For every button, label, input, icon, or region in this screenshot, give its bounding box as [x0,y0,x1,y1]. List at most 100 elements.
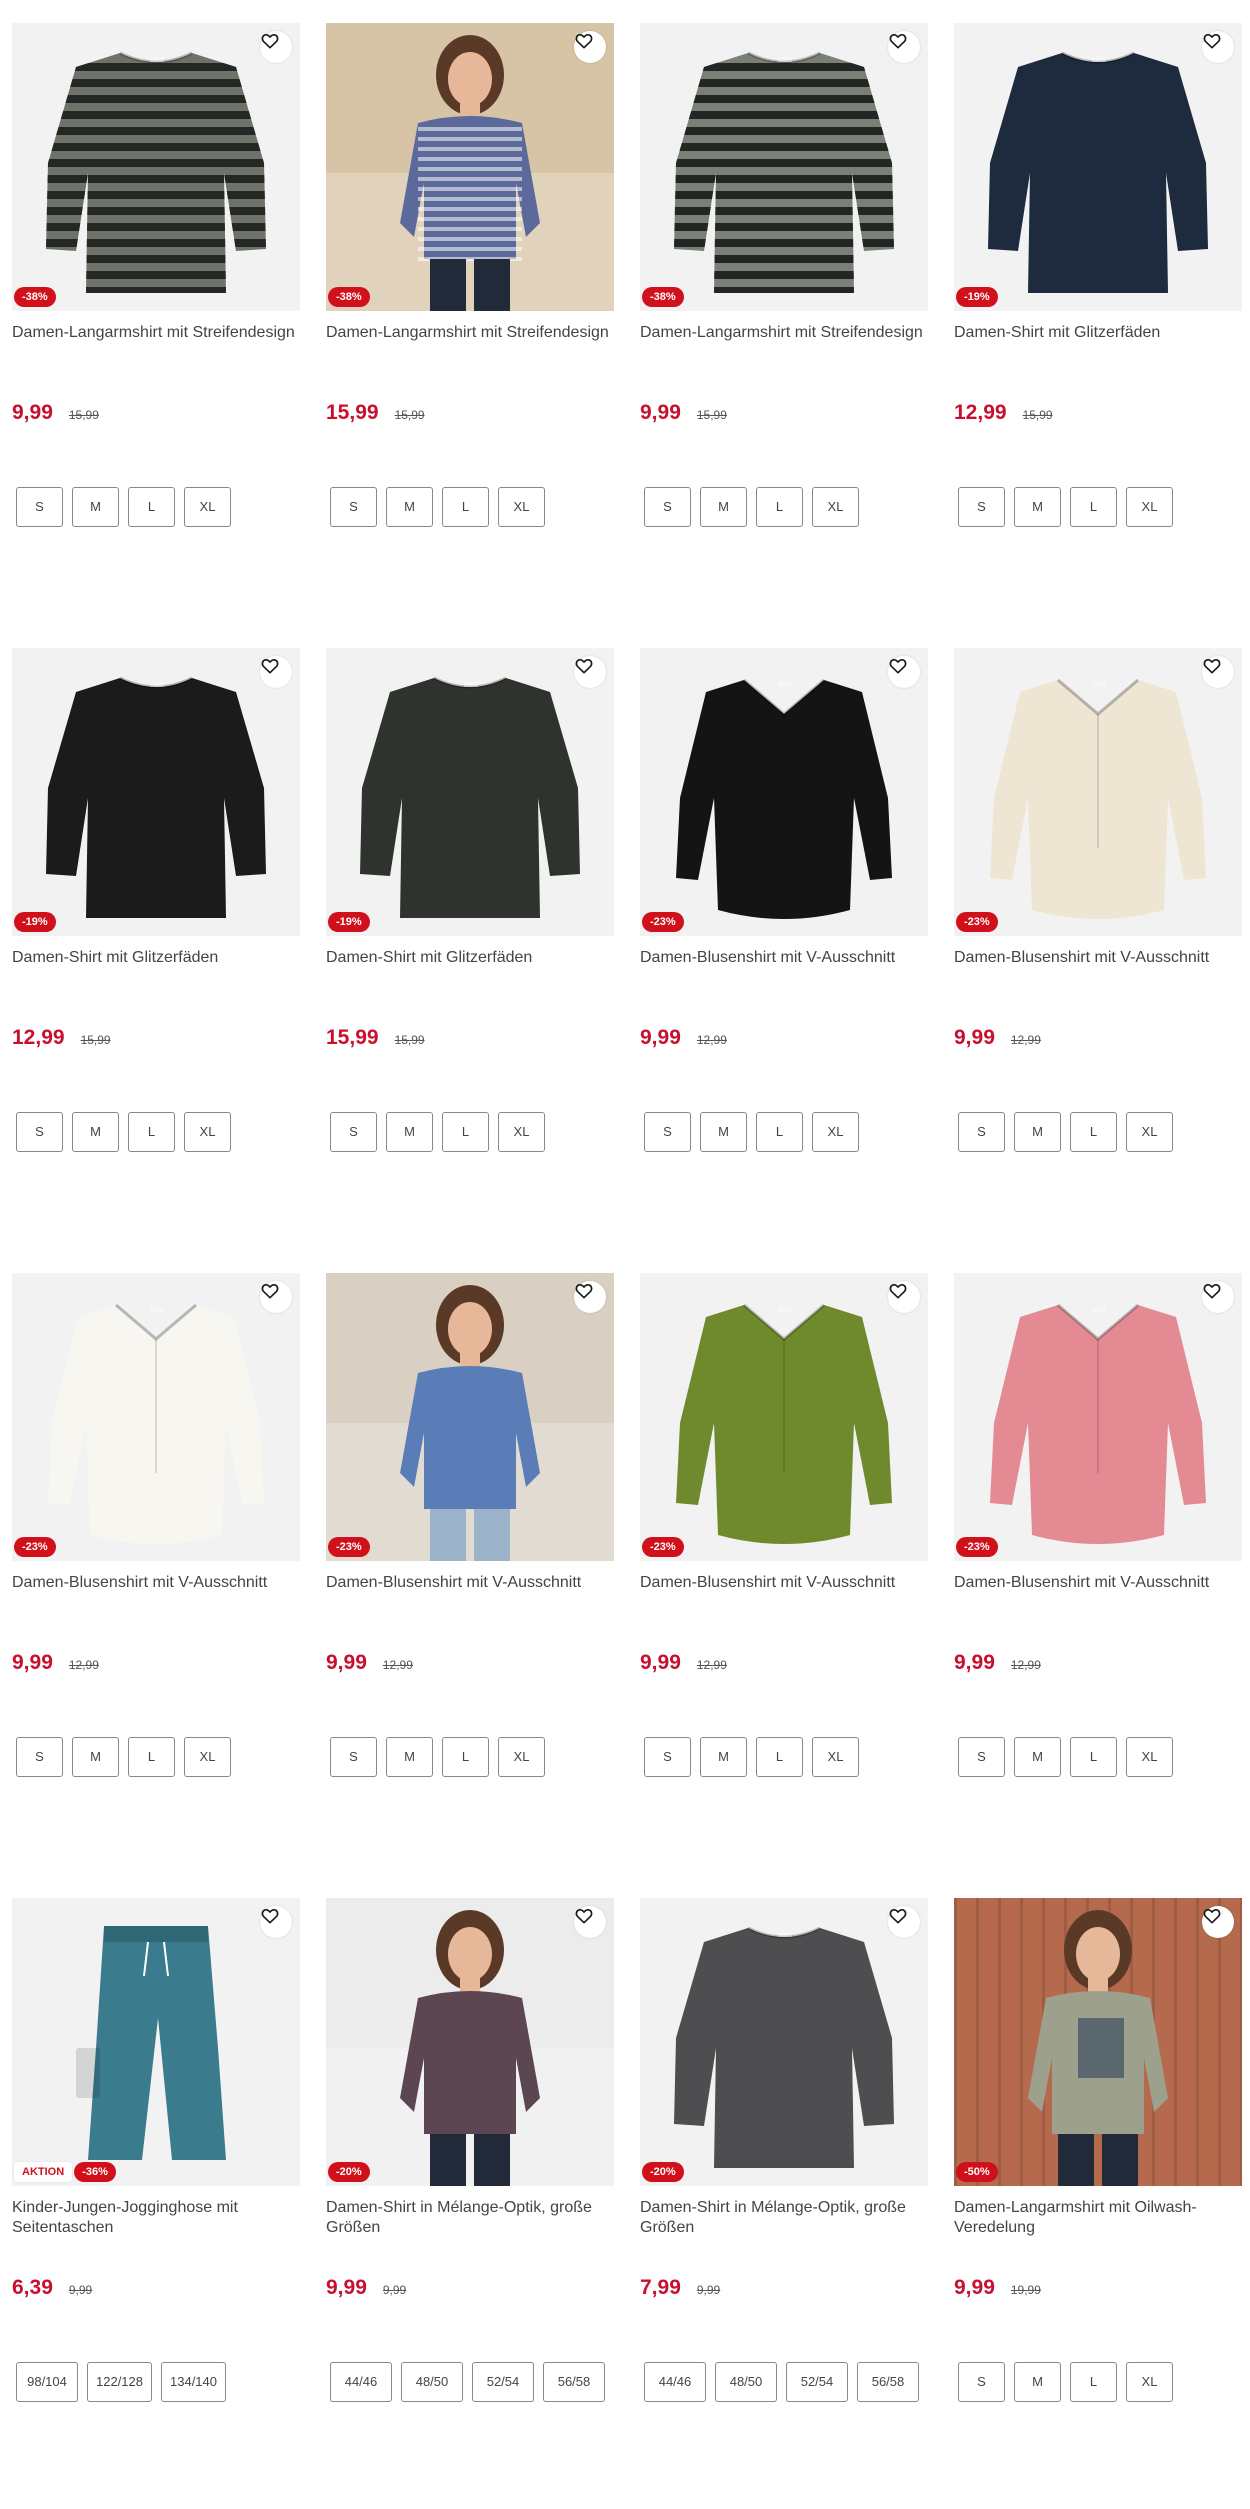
product-card[interactable]: -38% Damen-Langarmshirt mit Streifendesig… [640,23,928,583]
wishlist-button[interactable] [260,31,292,63]
wishlist-button[interactable] [1202,1281,1234,1313]
size-option[interactable]: M [700,1112,747,1152]
product-title[interactable]: Damen-Shirt mit Glitzerfäden [954,323,1242,343]
product-title[interactable]: Damen-Blusenshirt mit V-Ausschnitt [954,948,1242,968]
wishlist-button[interactable] [888,31,920,63]
product-card[interactable]: -20% Damen-Shirt in Mélange-Optik, große … [326,1898,614,2458]
size-option[interactable]: XL [184,1737,231,1777]
size-option[interactable]: 56/58 [857,2362,919,2402]
product-card[interactable]: -38% Damen-Langarmshirt mit Streifendesig… [326,23,614,583]
size-option[interactable]: M [72,487,119,527]
product-title[interactable]: Kinder-Jungen-Jogginghose mit Seitentasc… [12,2198,300,2238]
product-title[interactable]: Damen-Shirt in Mélange-Optik, große Größ… [640,2198,928,2238]
wishlist-button[interactable] [574,656,606,688]
product-card[interactable]: -20% Damen-Shirt in Mélange-Optik, große … [640,1898,928,2458]
size-option[interactable]: L [1070,2362,1117,2402]
size-option[interactable]: XL [498,1112,545,1152]
size-option[interactable]: L [1070,1112,1117,1152]
product-title[interactable]: Damen-Blusenshirt mit V-Ausschnitt [640,948,928,968]
size-option[interactable]: S [644,1112,691,1152]
wishlist-button[interactable] [260,1281,292,1313]
size-option[interactable]: 98/104 [16,2362,78,2402]
size-option[interactable]: M [72,1112,119,1152]
size-option[interactable]: XL [498,487,545,527]
size-option[interactable]: L [442,1112,489,1152]
wishlist-button[interactable] [574,1906,606,1938]
product-card[interactable]: -19% Damen-Shirt mit Glitzerfäden 15,99 15,… [326,648,614,1208]
product-card[interactable]: -23% Damen-Blusenshirt mit V-Ausschnitt 9,… [640,648,928,1208]
product-title[interactable]: Damen-Shirt mit Glitzerfäden [12,948,300,968]
size-option[interactable]: M [1014,2362,1061,2402]
wishlist-button[interactable] [1202,31,1234,63]
size-option[interactable]: S [958,2362,1005,2402]
product-image[interactable]: -19% [12,648,300,936]
size-option[interactable]: 44/46 [330,2362,392,2402]
product-card[interactable]: -23% Damen-Blusenshirt mit V-Ausschnitt 9,… [640,1273,928,1833]
size-option[interactable]: M [1014,1737,1061,1777]
product-card[interactable]: AKTION -36% Kinder-Jungen-Jogginghose mit … [12,1898,300,2458]
product-image[interactable]: AKTION -36% [12,1898,300,2186]
product-image[interactable]: -23% [954,1273,1242,1561]
size-option[interactable]: 56/58 [543,2362,605,2402]
size-option[interactable]: M [1014,487,1061,527]
size-option[interactable]: S [16,1737,63,1777]
size-option[interactable]: XL [184,487,231,527]
product-title[interactable]: Damen-Langarmshirt mit Streifendesign [326,323,614,343]
size-option[interactable]: M [72,1737,119,1777]
size-option[interactable]: 48/50 [715,2362,777,2402]
product-image[interactable]: -20% [640,1898,928,2186]
wishlist-button[interactable] [888,1906,920,1938]
size-option[interactable]: L [1070,487,1117,527]
size-option[interactable]: S [958,487,1005,527]
size-option[interactable]: 44/46 [644,2362,706,2402]
size-option[interactable]: L [1070,1737,1117,1777]
size-option[interactable]: L [128,1112,175,1152]
size-option[interactable]: XL [1126,487,1173,527]
product-image[interactable]: -38% [12,23,300,311]
size-option[interactable]: S [644,1737,691,1777]
product-title[interactable]: Damen-Shirt mit Glitzerfäden [326,948,614,968]
product-card[interactable]: -23% Damen-Blusenshirt mit V-Ausschnitt 9,… [12,1273,300,1833]
size-option[interactable]: S [958,1737,1005,1777]
wishlist-button[interactable] [574,1281,606,1313]
product-image[interactable]: -23% [640,1273,928,1561]
size-option[interactable]: 52/54 [786,2362,848,2402]
product-card[interactable]: -23% Damen-Blusenshirt mit V-Ausschnitt 9,… [954,648,1242,1208]
product-card[interactable]: -23% Damen-Blusenshirt mit V-Ausschnitt 9,… [326,1273,614,1833]
wishlist-button[interactable] [260,656,292,688]
product-image[interactable]: -38% [640,23,928,311]
size-option[interactable]: XL [812,487,859,527]
product-image[interactable]: -20% [326,1898,614,2186]
product-title[interactable]: Damen-Langarmshirt mit Streifendesign [12,323,300,343]
wishlist-button[interactable] [888,1281,920,1313]
product-card[interactable]: -50% Damen-Langarmshirt mit Oilwash-Vered… [954,1898,1242,2458]
size-option[interactable]: XL [1126,1112,1173,1152]
product-card[interactable]: -23% Damen-Blusenshirt mit V-Ausschnitt 9,… [954,1273,1242,1833]
product-title[interactable]: Damen-Langarmshirt mit Streifendesign [640,323,928,343]
size-option[interactable]: S [330,487,377,527]
size-option[interactable]: S [958,1112,1005,1152]
size-option[interactable]: M [700,1737,747,1777]
size-option[interactable]: M [1014,1112,1061,1152]
size-option[interactable]: 134/140 [161,2362,226,2402]
size-option[interactable]: M [700,487,747,527]
size-option[interactable]: S [330,1112,377,1152]
size-option[interactable]: S [644,487,691,527]
product-image[interactable]: -38% [326,23,614,311]
product-title[interactable]: Damen-Blusenshirt mit V-Ausschnitt [12,1573,300,1593]
size-option[interactable]: 122/128 [87,2362,152,2402]
product-card[interactable]: -38% Damen-Langarmshirt mit Streifendesig… [12,23,300,583]
size-option[interactable]: M [386,1112,433,1152]
wishlist-button[interactable] [260,1906,292,1938]
size-option[interactable]: L [756,1112,803,1152]
product-card[interactable]: -19% Damen-Shirt mit Glitzerfäden 12,99 15,… [12,648,300,1208]
product-image[interactable]: -23% [326,1273,614,1561]
product-title[interactable]: Damen-Blusenshirt mit V-Ausschnitt [640,1573,928,1593]
size-option[interactable]: M [386,1737,433,1777]
size-option[interactable]: S [16,487,63,527]
product-image[interactable]: -50% [954,1898,1242,2186]
size-option[interactable]: XL [812,1112,859,1152]
product-image[interactable]: -19% [954,23,1242,311]
size-option[interactable]: XL [812,1737,859,1777]
size-option[interactable]: L [442,1737,489,1777]
